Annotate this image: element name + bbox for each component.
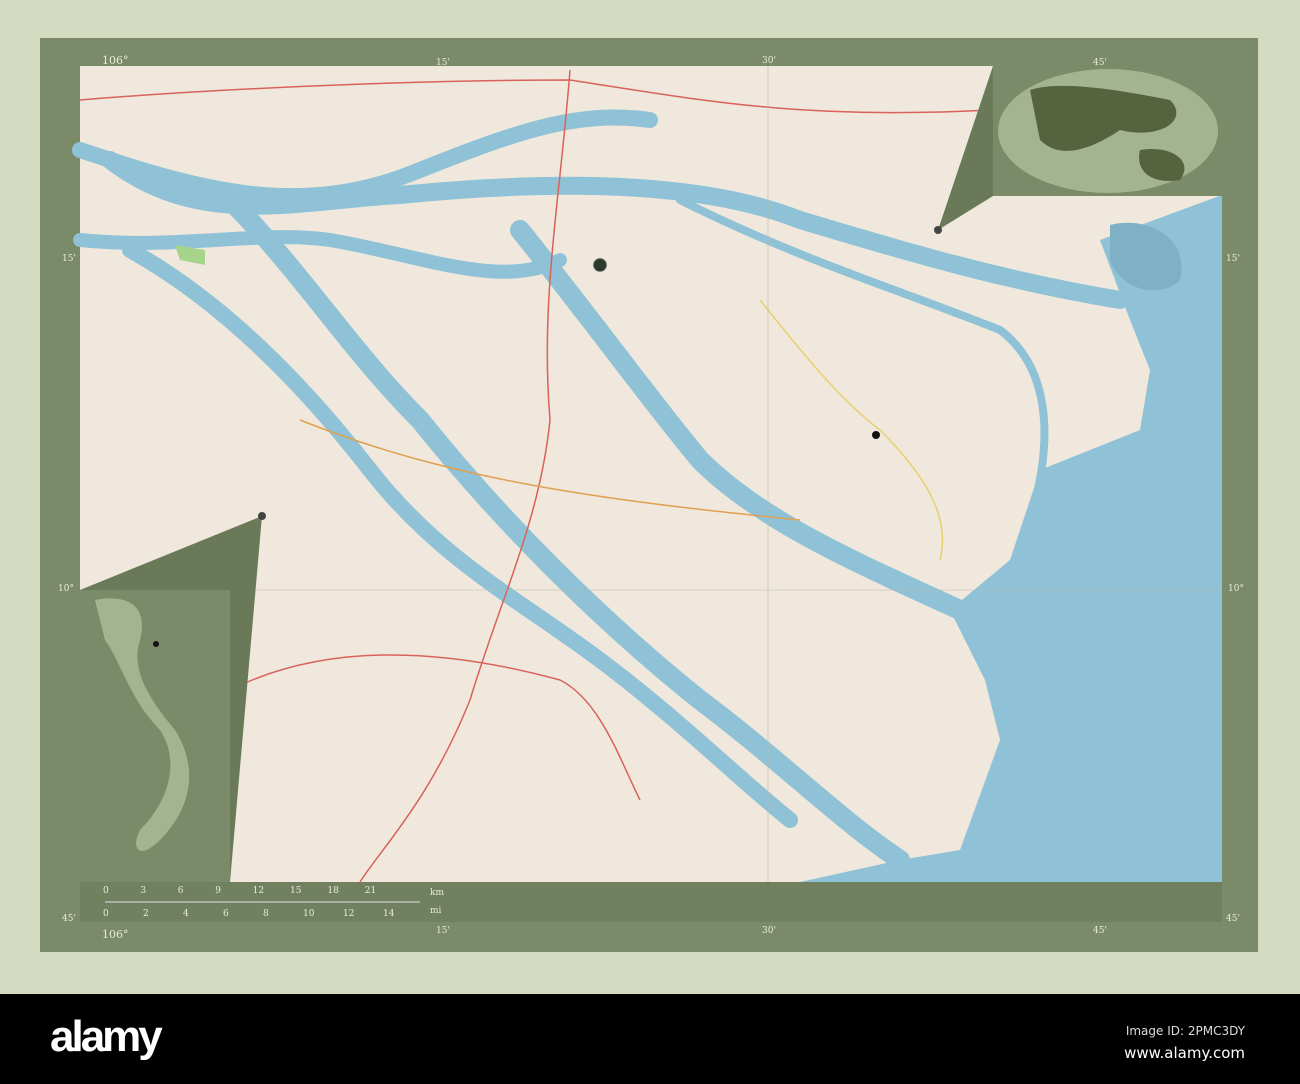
lon-label: 15'	[436, 926, 450, 936]
scale-mi-tick: 10	[303, 909, 315, 919]
lon-label: 15'	[436, 58, 450, 68]
city-marker[interactable]	[872, 431, 880, 439]
lat-label: 10°	[1228, 584, 1244, 594]
scale-unit-mi: mi	[430, 906, 442, 916]
image-id: Image ID: 2PMC3DY	[1125, 1024, 1245, 1038]
scale-km-tick: 21	[364, 886, 377, 896]
lat-label: 45'	[1226, 914, 1240, 924]
scale-mi-tick: 12	[343, 909, 355, 919]
lon-label: 45'	[1093, 926, 1107, 936]
scale-mi-tick: 8	[263, 909, 269, 919]
site-url: www.alamy.com	[1124, 1044, 1245, 1062]
lat-label: 15'	[62, 254, 76, 264]
scale-km-tick: 15	[290, 886, 302, 896]
scale-mi-tick: 14	[383, 909, 395, 919]
lon-label: 30'	[762, 56, 776, 66]
scale-km-tick: 9	[215, 886, 221, 896]
scale-mi-tick: 2	[143, 909, 149, 919]
scale-km-tick: 18	[327, 886, 339, 896]
country-marker	[153, 641, 159, 647]
alamy-logo: alamy	[50, 1012, 163, 1061]
lat-label: 15'	[1226, 254, 1240, 264]
image-info: Image ID: 2PMC3DY www.alamy.com	[1124, 1020, 1245, 1064]
lon-label: 30'	[762, 926, 776, 936]
scale-km-tick: 12	[252, 886, 265, 896]
lon-label: 106°	[102, 54, 129, 67]
lon-label: 106°	[102, 928, 129, 941]
lat-label: 45'	[62, 914, 76, 924]
scale-unit-km: km	[430, 888, 444, 898]
lon-label: 45'	[1093, 58, 1107, 68]
capital-marker[interactable]	[592, 257, 608, 273]
scale-km-tick: 6	[177, 886, 184, 896]
scale-mi-tick: 0	[103, 909, 109, 919]
scale-mi-tick: 6	[223, 909, 229, 919]
lat-label: 10°	[58, 584, 74, 594]
watermark-band: alamy Image ID: 2PMC3DY www.alamy.com	[0, 994, 1300, 1084]
scale-mi-tick: 4	[183, 909, 189, 919]
country-pointer	[258, 512, 266, 520]
island	[792, 566, 814, 576]
globe-pointer	[934, 226, 942, 234]
map-canvas[interactable]	[0, 0, 1300, 994]
scale-km-tick: 0	[103, 886, 109, 896]
scale-km-tick: 3	[140, 886, 147, 896]
